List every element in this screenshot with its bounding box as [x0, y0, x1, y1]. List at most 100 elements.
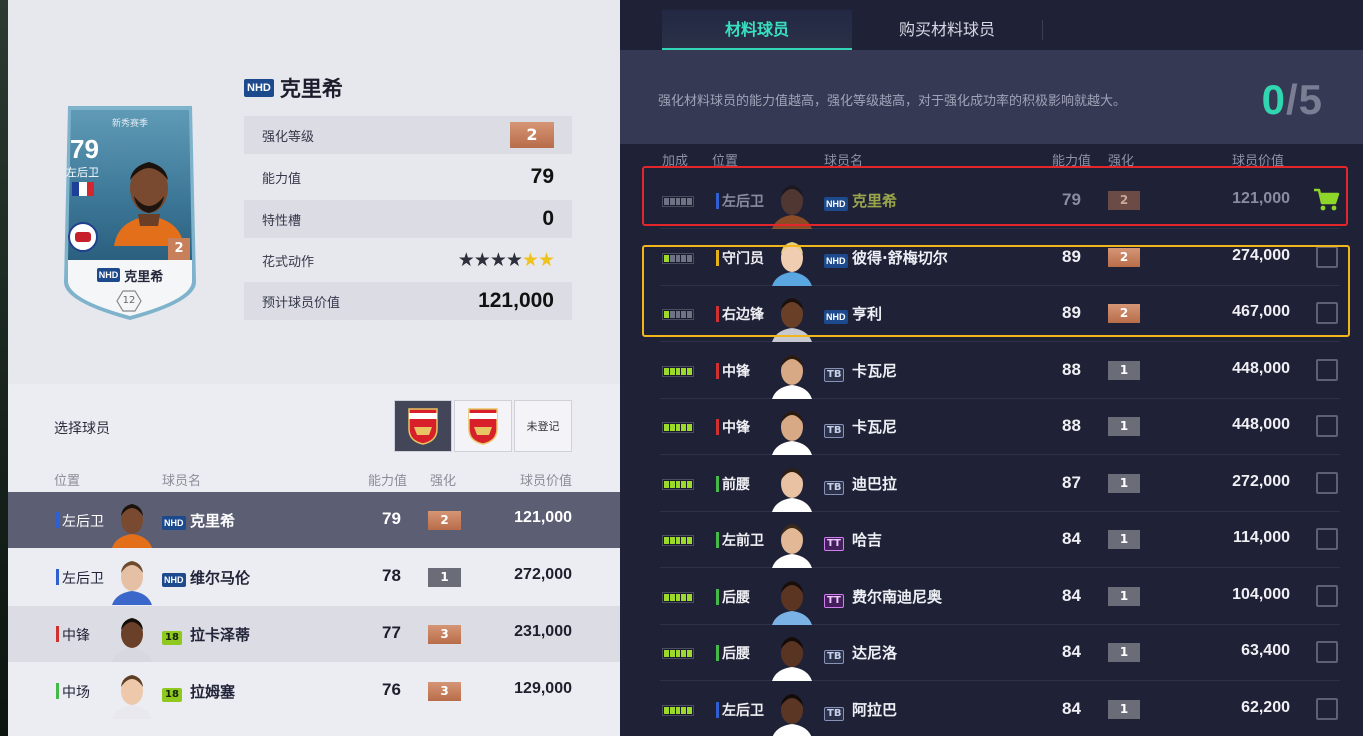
- material-player-row[interactable]: 后腰 TB 达尼洛 84 1 63,400: [660, 625, 1340, 681]
- player-list-row[interactable]: 左后卫 NHD 维尔马伦 78 1 272,000: [8, 549, 620, 605]
- season-tag: TB: [824, 424, 845, 438]
- header-position: 位置: [712, 154, 739, 169]
- material-player-row[interactable]: 左前卫 TT 哈吉 84 1 114,000: [660, 512, 1340, 568]
- counter-current: 0: [1261, 76, 1286, 123]
- row-ovr: 84: [1062, 698, 1081, 718]
- player-face-icon: [770, 236, 814, 286]
- material-player-row[interactable]: 左后卫 NHD 克里希 79 2 121,000: [660, 173, 1340, 229]
- counter-total: /5: [1285, 76, 1323, 123]
- select-checkbox[interactable]: [1316, 697, 1338, 720]
- tab-material-players[interactable]: 材料球员: [662, 10, 852, 50]
- row-player-name: 克里希: [852, 192, 898, 210]
- row-player-name: 卡瓦尼: [852, 418, 898, 436]
- row-ovr: 84: [1062, 529, 1081, 548]
- material-player-row[interactable]: 守门员 NHD 彼得·舒梅切尔 89 2 274,000: [660, 230, 1340, 286]
- row-position: 守门员: [722, 250, 764, 267]
- row-position: 左后卫: [62, 571, 104, 587]
- header-name: 球员名: [162, 474, 202, 489]
- row-position: 前腰: [722, 476, 750, 493]
- row-player-name: 费尔南迪尼奥: [852, 587, 943, 606]
- arsenal-crest-icon: [468, 408, 498, 445]
- boost-meter: [662, 422, 694, 433]
- boost-meter: [662, 704, 694, 716]
- material-player-row[interactable]: 前腰 TB 迪巴拉 87 1 272,000: [660, 456, 1340, 512]
- right-panel: 材料球员 购买材料球员 强化材料球员的能力值越高，强化等级越高，对于强化成功率的…: [620, 0, 1363, 736]
- material-list-header: 加成 位置 球员名 能力值 强化 球员价值: [620, 148, 1363, 170]
- player-list-row[interactable]: 中锋 18 拉卡泽蒂 77 3 231,000: [8, 606, 620, 662]
- boost-meter: [662, 535, 694, 546]
- star-icon: ★: [473, 249, 491, 271]
- club-filter-arsenal-2[interactable]: [454, 400, 512, 452]
- player-face-icon: [770, 349, 814, 399]
- detail-title: NHD 克里希: [244, 73, 343, 103]
- stat-row-trait-slots: 特性槽 0: [244, 200, 572, 238]
- player-face-icon: [770, 518, 814, 568]
- row-position: 左前卫: [722, 533, 764, 549]
- select-checkbox[interactable]: [1316, 471, 1338, 494]
- season-tag: NHD: [824, 253, 848, 268]
- stat-row-skill-moves: 花式动作 ★★★★★★: [244, 241, 572, 279]
- select-checkbox[interactable]: [1316, 641, 1338, 663]
- row-price: 272,000: [514, 566, 572, 583]
- row-upgrade-badge: 2: [1108, 191, 1140, 210]
- select-checkbox[interactable]: [1316, 584, 1338, 607]
- card-level-text: 12: [122, 295, 136, 306]
- player-face-icon: [110, 669, 154, 719]
- player-list-row[interactable]: 左后卫 NHD 克里希 79 2 121,000: [8, 492, 620, 548]
- position-color-bar: [56, 512, 59, 528]
- player-portrait: [114, 162, 184, 246]
- position-color-bar: [716, 645, 719, 661]
- select-checkbox[interactable]: [1316, 302, 1338, 324]
- player-list-row[interactable]: 中场 18 拉姆塞 76 3 129,000: [8, 663, 620, 719]
- select-checkbox[interactable]: [1316, 358, 1338, 381]
- row-upgrade-badge: 3: [428, 682, 461, 701]
- info-text: 强化材料球员的能力值越高，强化等级越高，对于强化成功率的积极影响就越大。: [658, 94, 1127, 109]
- material-player-row[interactable]: 中锋 TB 卡瓦尼 88 1 448,000: [660, 343, 1340, 399]
- player-face-icon: [110, 555, 154, 605]
- material-player-row[interactable]: 右边锋 NHD 亨利 89 2 467,000: [660, 286, 1340, 342]
- row-position: 右边锋: [722, 307, 764, 323]
- stat-label: 花式动作: [262, 254, 315, 270]
- row-upgrade-badge: 1: [1108, 473, 1140, 493]
- boost-meter: [662, 365, 694, 377]
- player-card[interactable]: 新秀赛季 79 左后卫 2 NHD 克里希 12: [60, 102, 200, 322]
- stat-value: 79: [530, 165, 554, 188]
- stat-row-value: 预计球员价值 121,000: [244, 282, 572, 320]
- row-ovr: 89: [1062, 303, 1081, 322]
- cart-icon[interactable]: [1312, 187, 1340, 213]
- star-icon: ★: [489, 249, 507, 271]
- player-face-icon: [110, 498, 154, 548]
- material-player-row[interactable]: 后腰 TT 费尔南迪尼奥 84 1 104,000: [660, 569, 1340, 625]
- header-boost: 加成: [662, 154, 689, 169]
- info-bar: 强化材料球员的能力值越高，强化等级越高，对于强化成功率的积极影响就越大。 0/5: [620, 50, 1363, 144]
- star-icon: ★: [457, 249, 475, 271]
- row-ovr: 77: [382, 623, 401, 642]
- row-price: 272,000: [1232, 472, 1290, 490]
- row-price: 121,000: [514, 509, 572, 526]
- row-player-name: 卡瓦尼: [852, 361, 898, 380]
- position-color-bar: [716, 588, 719, 605]
- select-checkbox[interactable]: [1316, 528, 1338, 550]
- row-position: 中锋: [62, 628, 90, 644]
- club-filter-arsenal-1[interactable]: [394, 400, 452, 452]
- tab-buy-material-players[interactable]: 购买材料球员: [852, 10, 1042, 50]
- stat-label: 特性槽: [262, 213, 302, 229]
- material-player-row[interactable]: 中锋 TB 卡瓦尼 88 1 448,000: [660, 399, 1340, 455]
- row-price: 114,000: [1233, 529, 1290, 546]
- material-player-row[interactable]: 左后卫 TB 阿拉巴 84 1 62,200: [660, 682, 1340, 736]
- star-icon: ★: [537, 249, 555, 271]
- club-filter-unregistered[interactable]: 未登记: [514, 400, 572, 452]
- season-tag: 18: [162, 631, 182, 645]
- row-upgrade-badge: 2: [1108, 304, 1140, 323]
- header-ovr: 能力值: [368, 474, 408, 489]
- row-price: 63,400: [1241, 642, 1290, 659]
- row-price: 448,000: [1232, 359, 1290, 377]
- select-checkbox[interactable]: [1316, 415, 1338, 437]
- select-checkbox[interactable]: [1316, 245, 1338, 268]
- header-price: 球员价值: [520, 474, 573, 489]
- header-price: 球员价值: [1232, 154, 1285, 169]
- season-tag: TT: [824, 537, 844, 551]
- row-ovr: 87: [1062, 472, 1081, 492]
- season-tag: 18: [162, 688, 182, 702]
- row-upgrade-badge: 2: [1108, 247, 1140, 267]
